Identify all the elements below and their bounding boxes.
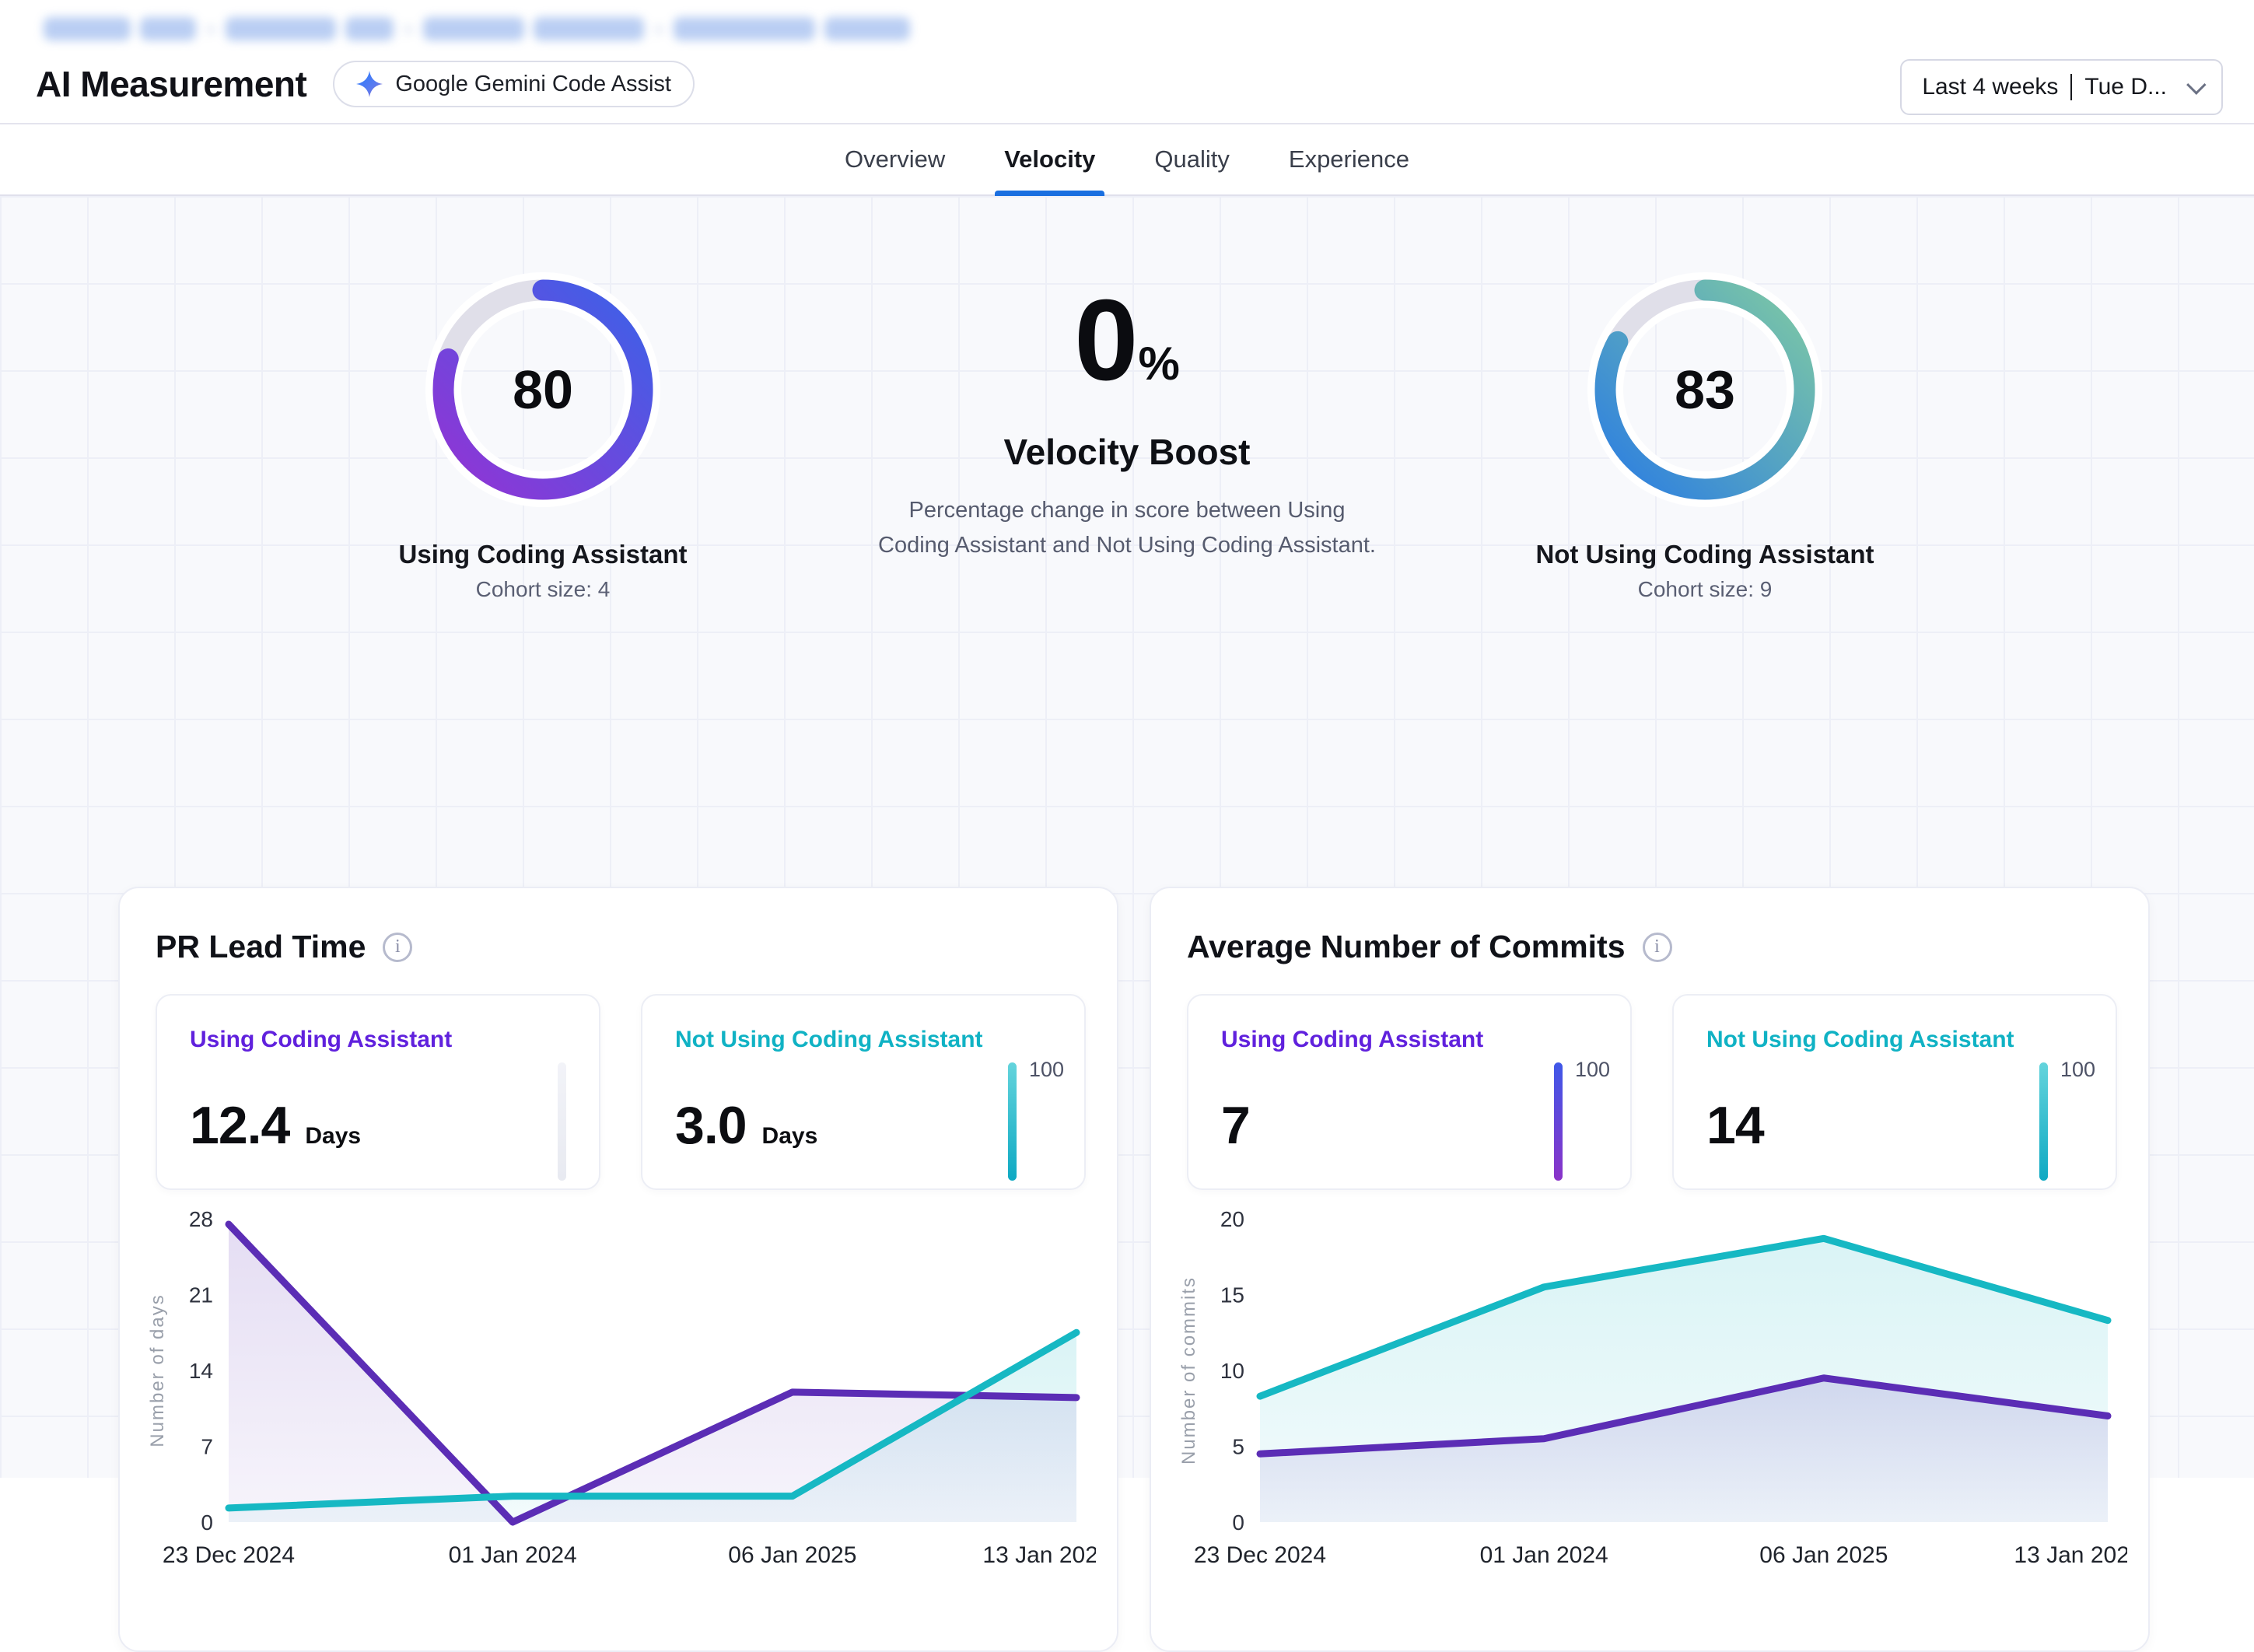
info-icon[interactable]: i: [1643, 933, 1672, 962]
pr-lead-time-card: PR Lead Time i Using Coding Assistant 12…: [118, 887, 1118, 1652]
boost-value: 0: [1074, 276, 1138, 404]
using-gauge-label: Using Coding Assistant: [302, 540, 784, 569]
stat-label: Not Using Coding Assistant: [675, 1027, 1052, 1053]
pr-using-stat: Using Coding Assistant 12.4 Days: [156, 994, 600, 1190]
score-mini-label: 100: [1575, 1058, 1610, 1082]
using-score-value: 80: [424, 271, 662, 509]
velocity-boost-block: 0% Velocity Boost Percentage change in s…: [855, 283, 1399, 563]
breadcrumb-link[interactable]: [674, 17, 910, 40]
date-range-select[interactable]: Last 4 weeks Tue D...: [1900, 59, 2223, 115]
gemini-sparkle-icon: [356, 71, 383, 97]
header: › › › AI Measurement Google Gemini Code …: [0, 0, 2254, 123]
breadcrumb-separator: ›: [207, 17, 215, 40]
tab-quality[interactable]: Quality: [1132, 124, 1251, 194]
stat-value: 7: [1221, 1095, 1250, 1156]
svg-text:5: 5: [1232, 1435, 1244, 1459]
svg-text:28: 28: [189, 1207, 213, 1231]
not-using-gauge-block: 83 Not Using Coding Assistant Cohort siz…: [1464, 271, 1946, 602]
boost-unit: %: [1138, 338, 1179, 390]
score-mini-label: 100: [1029, 1058, 1064, 1082]
info-icon[interactable]: i: [383, 933, 412, 962]
page-title: AI Measurement: [36, 63, 306, 105]
svg-text:01 Jan 2024: 01 Jan 2024: [1480, 1542, 1608, 1568]
using-cohort-size: Cohort size: 4: [302, 577, 784, 602]
svg-text:06 Jan 2025: 06 Jan 2025: [728, 1542, 856, 1568]
pr-lead-time-chart: 0 7 14 21 28 Number of days 23 Dec 2024 01 Jan …: [143, 1199, 1096, 1604]
svg-text:21: 21: [189, 1283, 213, 1307]
not-using-score-value: 83: [1586, 271, 1824, 509]
breadcrumb[interactable]: › › ›: [44, 17, 910, 40]
avg-commits-chart: 0 5 10 15 20 Number of commits 23 Dec 2024 01 J…: [1174, 1199, 2127, 1604]
score-mini-label: 100: [2060, 1058, 2095, 1082]
stat-label: Using Coding Assistant: [190, 1027, 566, 1053]
svg-text:0: 0: [1232, 1510, 1244, 1535]
svg-text:06 Jan 2025: 06 Jan 2025: [1759, 1542, 1888, 1568]
stat-label: Not Using Coding Assistant: [1706, 1027, 2083, 1053]
svg-text:0: 0: [201, 1510, 213, 1535]
svg-text:23 Dec 2024: 23 Dec 2024: [1194, 1542, 1326, 1568]
boost-title: Velocity Boost: [855, 431, 1399, 473]
svg-text:20: 20: [1220, 1207, 1244, 1231]
ai-measurement-page: › › › AI Measurement Google Gemini Code …: [0, 0, 2254, 1478]
breadcrumb-separator: ›: [655, 17, 663, 40]
pr-lead-time-title: PR Lead Time: [156, 929, 366, 965]
svg-text:10: 10: [1220, 1359, 1244, 1383]
breadcrumb-link[interactable]: [423, 17, 644, 40]
boost-description: Percentage change in score between Using…: [878, 493, 1376, 563]
svg-text:13 Jan 2025: 13 Jan 2025: [982, 1542, 1096, 1568]
date-range-divider: [2070, 74, 2072, 100]
not-using-cohort-size: Cohort size: 9: [1464, 577, 1946, 602]
commits-using-stat: Using Coding Assistant 100 7: [1187, 994, 1632, 1190]
content-area: 80 Using Coding Assistant Cohort size: 4…: [0, 196, 2254, 1478]
svg-text:14: 14: [189, 1359, 213, 1383]
commits-not-using-stat: Not Using Coding Assistant 100 14: [1672, 994, 2117, 1190]
gemini-badge-label: Google Gemini Code Assist: [395, 72, 671, 97]
score-mini-bar: [1554, 1062, 1563, 1181]
breadcrumb-link[interactable]: [44, 17, 196, 40]
svg-text:13 Jan 2025: 13 Jan 2025: [2014, 1542, 2127, 1568]
svg-text:01 Jan 2024: 01 Jan 2024: [449, 1542, 577, 1568]
breadcrumb-link[interactable]: [226, 17, 394, 40]
stat-value: 12.4: [190, 1095, 289, 1156]
tab-bar: Overview Velocity Quality Experience: [0, 123, 2254, 196]
score-mini-bar: [1008, 1062, 1017, 1181]
score-mini-bar: [558, 1062, 566, 1181]
tab-experience[interactable]: Experience: [1267, 124, 1431, 194]
svg-text:7: 7: [201, 1435, 213, 1459]
tab-velocity[interactable]: Velocity: [982, 124, 1117, 194]
score-mini-bar: [2039, 1062, 2048, 1181]
stat-value: 3.0: [675, 1095, 747, 1156]
avg-commits-title: Average Number of Commits: [1187, 929, 1626, 965]
svg-text:Number of commits: Number of commits: [1178, 1276, 1199, 1465]
stat-suffix: Days: [762, 1123, 818, 1150]
tab-overview[interactable]: Overview: [823, 124, 967, 194]
breadcrumb-separator: ›: [404, 17, 412, 40]
using-gauge-block: 80 Using Coding Assistant Cohort size: 4: [302, 271, 784, 602]
stat-suffix: Days: [305, 1123, 361, 1150]
date-start-value: Tue D...: [2084, 74, 2167, 100]
stat-value: 14: [1706, 1095, 1764, 1156]
chevron-down-icon: [2186, 75, 2206, 94]
svg-text:15: 15: [1220, 1283, 1244, 1307]
not-using-gauge-label: Not Using Coding Assistant: [1464, 540, 1946, 569]
svg-text:Number of days: Number of days: [147, 1293, 168, 1447]
date-range-value: Last 4 weeks: [1922, 74, 2058, 100]
avg-commits-card: Average Number of Commits i Using Coding…: [1150, 887, 2150, 1652]
gemini-badge: Google Gemini Code Assist: [333, 61, 695, 107]
pr-not-using-stat: Not Using Coding Assistant 100 3.0 Days: [641, 994, 1086, 1190]
svg-text:23 Dec 2024: 23 Dec 2024: [163, 1542, 295, 1568]
stat-label: Using Coding Assistant: [1221, 1027, 1598, 1053]
